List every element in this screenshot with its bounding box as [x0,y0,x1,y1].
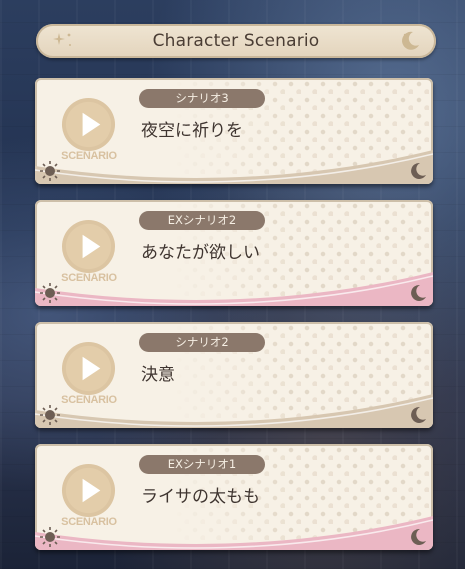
scenario-button-label: SCENARIO [61,516,117,528]
play-icon[interactable] [61,463,116,518]
moon-icon [411,406,426,423]
header-bar: Character Scenario [36,24,436,58]
sun-icon [40,161,60,181]
sun-icon [40,527,60,547]
scenario-title: 夜空に祈りを [141,121,243,141]
scenario-button-label: SCENARIO [61,394,117,406]
scenario-button-label: SCENARIO [61,150,117,162]
page-title: Character Scenario [152,31,320,51]
scenario-title: あなたが欲しい [141,243,260,263]
scenario-card[interactable]: SCENARIO シナリオ3 夜空に祈りを [35,78,433,184]
scenario-card[interactable]: SCENARIO EXシナリオ2 あなたが欲しい [35,200,433,306]
star-icon [53,33,71,46]
moon-icon [411,528,426,545]
scenario-tag: シナリオ2 [139,333,265,352]
moon-icon [411,162,426,179]
scenario-card[interactable]: SCENARIO EXシナリオ1 ライサの太もも [35,444,433,550]
moon-icon [411,284,426,301]
play-icon[interactable] [61,97,116,152]
scenario-list: SCENARIO シナリオ3 夜空に祈りを SCENARIO EXシナリオ2 あ… [35,78,435,566]
scenario-tag: EXシナリオ2 [139,211,265,230]
scenario-title: ライサの太もも [141,487,260,507]
scenario-title: 決意 [141,365,175,385]
moon-icon [402,31,419,50]
play-icon[interactable] [61,219,116,274]
scenario-tag: シナリオ3 [139,89,265,108]
sun-icon [40,405,60,425]
scenario-button-label: SCENARIO [61,272,117,284]
scenario-card[interactable]: SCENARIO シナリオ2 決意 [35,322,433,428]
scenario-tag: EXシナリオ1 [139,455,265,474]
sun-icon [40,283,60,303]
play-icon[interactable] [61,341,116,396]
